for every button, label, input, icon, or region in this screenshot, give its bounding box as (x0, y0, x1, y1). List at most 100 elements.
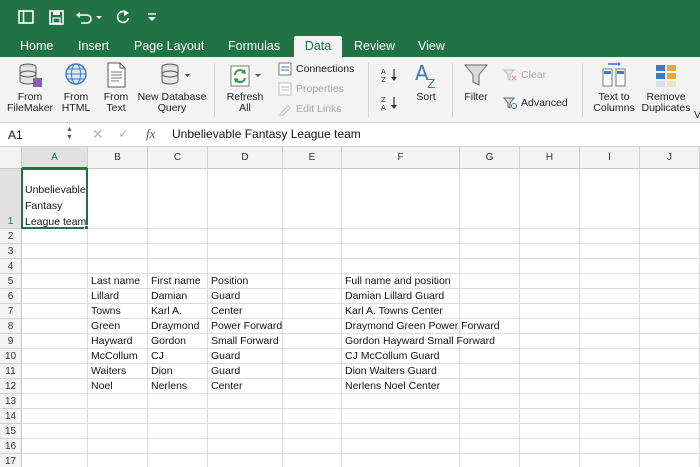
cell-d11[interactable]: Guard (208, 364, 240, 379)
row-header-3[interactable]: 3 (0, 244, 22, 259)
formula-input[interactable]: Unbelievable Fantasy League team (172, 127, 361, 141)
cell-b6[interactable]: Lillard (88, 289, 119, 304)
column-header-d[interactable]: D (208, 147, 283, 169)
sort-descending-button[interactable]: ZA (380, 95, 400, 111)
customize-quick-access-icon[interactable] (142, 6, 162, 28)
undo-icon[interactable] (74, 6, 104, 28)
column-header-e[interactable]: E (283, 147, 342, 169)
cell-c8[interactable]: Draymond (148, 319, 199, 334)
tab-view[interactable]: View (410, 36, 453, 57)
tab-data[interactable]: Data (294, 36, 342, 57)
column-header-f[interactable]: F (342, 147, 460, 169)
row-header-4[interactable]: 4 (0, 259, 22, 274)
column-header-b[interactable]: B (88, 147, 148, 169)
edit-links-button[interactable]: Edit Links (278, 101, 342, 117)
formula-bar: A1 ▲ ▼ ✕ ✓ fx Unbelievable Fantasy League… (0, 123, 700, 147)
name-box[interactable]: A1 (4, 126, 64, 144)
cell-c5[interactable]: First name (148, 274, 201, 289)
column-header-i[interactable]: I (580, 147, 640, 169)
worksheet-grid[interactable]: A B C D E F G H I J 1 2 3 4 5 6 7 8 9 10 11 12 13 14 15 16 17 Unbel… (0, 147, 700, 467)
enter-icon[interactable]: ✓ (118, 126, 129, 142)
cell-c12[interactable]: Nerlens (148, 379, 187, 394)
cancel-icon[interactable]: ✕ (92, 126, 104, 143)
select-all-corner[interactable] (0, 147, 22, 169)
row-header-12[interactable]: 12 (0, 379, 22, 394)
cell-d7[interactable]: Center (208, 304, 243, 319)
cell-c11[interactable]: Dion (148, 364, 173, 379)
cell-d8[interactable]: Power Forward (208, 319, 282, 334)
column-header-h[interactable]: H (520, 147, 580, 169)
cell-b7[interactable]: Towns (88, 304, 121, 319)
cell-b11[interactable]: Waiters (88, 364, 126, 379)
fill-handle[interactable] (84, 225, 89, 230)
sort-ascending-button[interactable]: AZ (380, 67, 400, 83)
row-header-7[interactable]: 7 (0, 304, 22, 319)
row-header-14[interactable]: 14 (0, 409, 22, 424)
cell-c9[interactable]: Gordon (148, 334, 186, 349)
cell-b12[interactable]: Noel (88, 379, 113, 394)
insert-function-icon[interactable]: fx (146, 126, 155, 142)
from-text-button[interactable]: From Text (98, 61, 134, 114)
cell-f12[interactable]: Nerlens Noel Center (342, 379, 440, 394)
column-header-g[interactable]: G (460, 147, 520, 169)
row-header-15[interactable]: 15 (0, 424, 22, 439)
column-header-c[interactable]: C (148, 147, 208, 169)
row-header-16[interactable]: 16 (0, 439, 22, 454)
row-header-8[interactable]: 8 (0, 319, 22, 334)
sidebar-toggle-icon[interactable] (14, 6, 38, 28)
cell-f10[interactable]: CJ McCollum Guard (342, 349, 440, 364)
cell-f11[interactable]: Dion Waiters Guard (342, 364, 437, 379)
row-header-13[interactable]: 13 (0, 394, 22, 409)
cell-f7[interactable]: Karl A. Towns Center (342, 304, 443, 319)
tab-formulas[interactable]: Formulas (220, 36, 288, 57)
row-header-6[interactable]: 6 (0, 289, 22, 304)
tab-insert[interactable]: Insert (70, 36, 117, 57)
name-box-dropdown-icon[interactable]: ▲ ▼ (66, 126, 73, 142)
tab-review[interactable]: Review (346, 36, 403, 57)
refresh-all-button[interactable]: Refresh All (220, 61, 270, 114)
cell-d9[interactable]: Small Forward (208, 334, 279, 349)
cell-b9[interactable]: Hayward (88, 334, 132, 349)
cell-f9[interactable]: Gordon Hayward Small Forward (342, 334, 495, 349)
row-header-17[interactable]: 17 (0, 454, 22, 467)
clear-filter-button[interactable]: Clear (503, 67, 546, 83)
from-filemaker-button[interactable]: From FileMaker (4, 61, 56, 114)
redo-icon[interactable] (112, 6, 134, 28)
column-header-a[interactable]: A (22, 147, 88, 169)
row-header-10[interactable]: 10 (0, 349, 22, 364)
cell-f8[interactable]: Draymond Green Power Forward (342, 319, 500, 334)
tab-page-layout[interactable]: Page Layout (126, 36, 212, 57)
cell-f6[interactable]: Damian Lillard Guard (342, 289, 444, 304)
save-icon[interactable] (44, 6, 68, 28)
cell-c6[interactable]: Damian (148, 289, 187, 304)
advanced-filter-button[interactable]: Advanced (503, 95, 568, 111)
filter-icon (463, 64, 489, 86)
cell-c10[interactable]: CJ (148, 349, 164, 364)
cell-d12[interactable]: Center (208, 379, 243, 394)
row-header-2[interactable]: 2 (0, 229, 22, 244)
connections-button[interactable]: Connections (278, 61, 354, 77)
cell-b5[interactable]: Last name (88, 274, 140, 289)
row-header-9[interactable]: 9 (0, 334, 22, 349)
column-header-j[interactable]: J (640, 147, 700, 169)
tab-home[interactable]: Home (12, 36, 61, 57)
gridline-horizontal (22, 408, 700, 409)
row-header-1[interactable]: 1 (0, 169, 22, 229)
properties-button[interactable]: Properties (278, 81, 344, 97)
filter-button[interactable]: Filter (458, 61, 494, 103)
from-html-button[interactable]: From HTML (58, 61, 94, 114)
cell-c7[interactable]: Karl A. (148, 304, 182, 319)
sort-button[interactable]: AZ Sort (410, 61, 442, 103)
cell-b8[interactable]: Green (88, 319, 120, 334)
row-header-11[interactable]: 11 (0, 364, 22, 379)
text-to-columns-button[interactable]: Text to Columns (590, 61, 638, 114)
cell-d5[interactable]: Position (208, 274, 248, 289)
cell-d6[interactable]: Guard (208, 289, 240, 304)
remove-duplicates-button[interactable]: Remove Duplicates (638, 61, 694, 114)
cell-b10[interactable]: McCollum (88, 349, 138, 364)
row-header-5[interactable]: 5 (0, 274, 22, 289)
cell-f5[interactable]: Full name and position (342, 274, 451, 289)
cell-d10[interactable]: Guard (208, 349, 240, 364)
from-html-label-2: HTML (61, 102, 91, 114)
new-database-query-button[interactable]: New Database Query (136, 61, 208, 114)
